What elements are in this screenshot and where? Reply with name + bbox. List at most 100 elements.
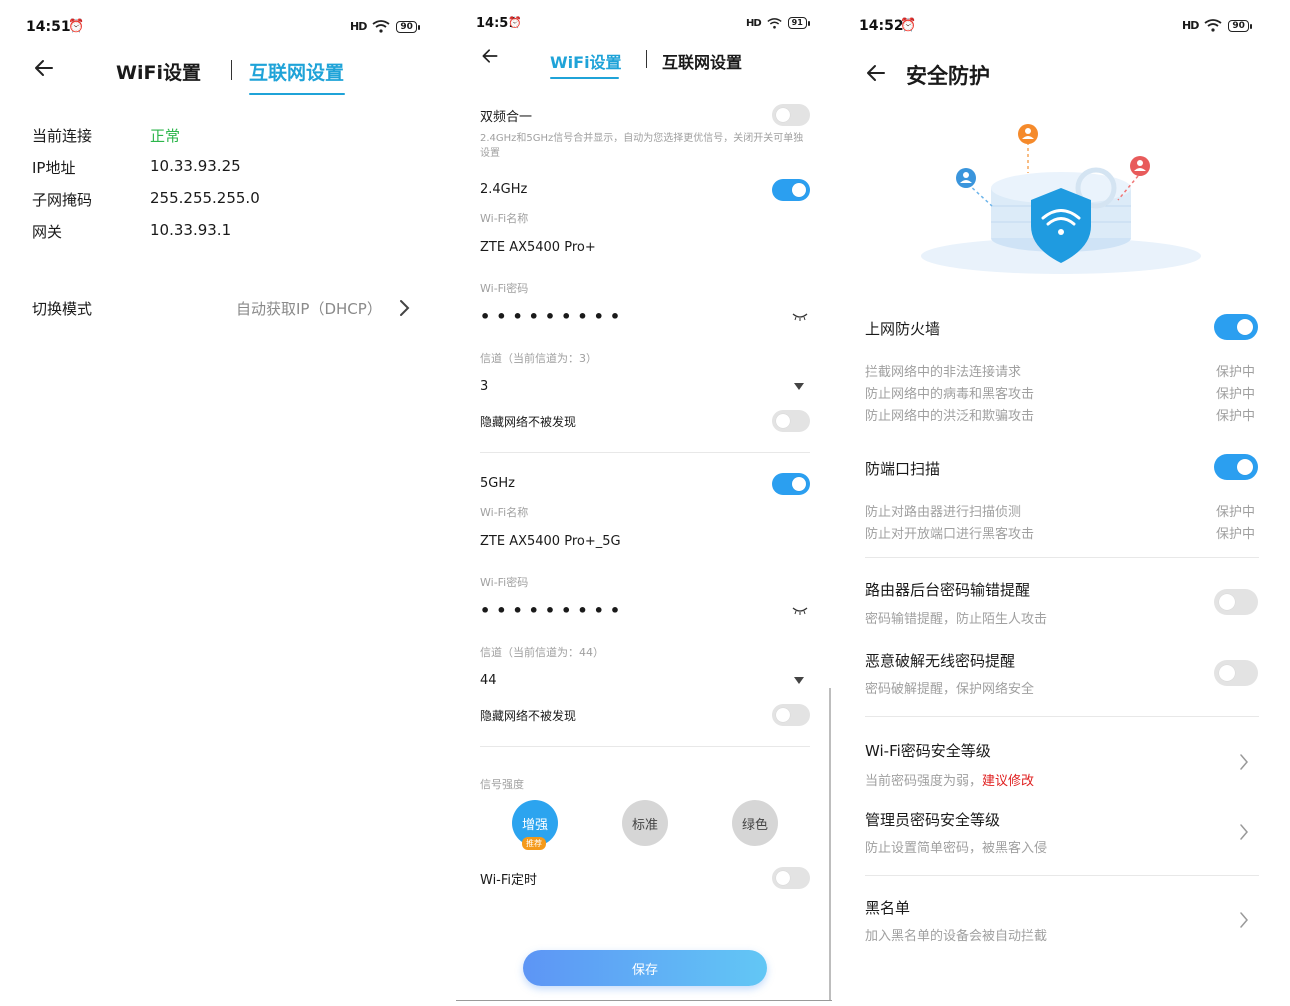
ip-address-value: 10.33.93.25 <box>150 157 241 175</box>
band-5-toggle[interactable] <box>772 473 810 495</box>
band-5-channel-label: 信道（当前信道为：44） <box>480 646 604 659</box>
switch-mode-row[interactable]: 切换模式 自动获取IP（DHCP） <box>0 288 440 328</box>
tab-wifi-settings[interactable]: WiFi设置 <box>116 58 201 85</box>
tab-separator <box>231 60 232 80</box>
firewall-item-text: 拦截网络中的非法连接请求 <box>865 365 1022 380</box>
chevron-right-icon <box>1240 824 1248 840</box>
band-24-name-input[interactable]: ZTE AX5400 Pro+ <box>480 240 596 255</box>
band-24-label: 2.4GHz <box>480 182 528 197</box>
eye-closed-icon[interactable] <box>792 606 808 615</box>
scrollbar[interactable] <box>829 688 831 1000</box>
firewall-toggle[interactable] <box>1214 314 1258 340</box>
wifi-status-icon <box>767 17 782 29</box>
eye-closed-icon[interactable] <box>792 312 808 321</box>
password-error-alert-toggle[interactable] <box>1214 589 1258 615</box>
section-divider <box>480 746 810 747</box>
status-time: 14:51 <box>26 19 71 35</box>
dual-band-description: 2.4GHz和5GHz信号合并显示，自动为您选择更优信号，关闭开关可单独设置 <box>480 133 804 159</box>
band-5-label: 5GHz <box>480 476 515 491</box>
admin-password-level-desc: 防止设置简单密码，被黑客入侵 <box>865 841 1048 856</box>
wifi-timer-toggle[interactable] <box>772 867 810 889</box>
current-connection-value: 正常 <box>150 127 181 145</box>
strength-green-button[interactable]: 绿色 <box>732 800 778 846</box>
firewall-item-text: 防止网络中的病毒和黑客攻击 <box>865 387 1035 402</box>
firewall-item-text: 防止网络中的洪泛和欺骗攻击 <box>865 409 1035 424</box>
dual-band-toggle[interactable] <box>772 104 810 126</box>
tab-active-underline <box>249 93 345 95</box>
band-5-hide-toggle[interactable] <box>772 704 810 726</box>
band-24-password-label: Wi-Fi密码 <box>480 282 529 295</box>
status-icons: HD 91 <box>746 17 810 29</box>
band-5-password-input[interactable]: ••••••••• <box>480 601 626 620</box>
band-5-name-input[interactable]: ZTE AX5400 Pro+_5G <box>480 534 621 549</box>
band-24-toggle[interactable] <box>772 179 810 201</box>
wifi-status-icon <box>1204 19 1222 32</box>
wifi-crack-alert-label: 恶意破解无线密码提醒 <box>865 652 1016 670</box>
subnet-mask-value: 255.255.255.0 <box>150 189 260 207</box>
band-24-hide-toggle[interactable] <box>772 410 810 432</box>
band-5-channel-select[interactable]: 44 <box>480 673 497 688</box>
firewall-item-status: 保护中 <box>1216 365 1256 380</box>
section-divider <box>480 452 810 453</box>
battery-icon: 90 <box>1228 19 1252 32</box>
password-error-alert-label: 路由器后台密码输错提醒 <box>865 581 1031 599</box>
section-divider <box>865 557 1259 558</box>
blacklist-label: 黑名单 <box>865 899 911 917</box>
admin-password-level-row[interactable]: 管理员密码安全等级 防止设置简单密码，被黑客入侵 <box>846 800 1276 864</box>
suggest-modify-link[interactable]: 建议修改 <box>982 774 1034 789</box>
band-5-hide-label: 隐藏网络不被发现 <box>480 709 577 723</box>
status-icons: HD 90 <box>1182 19 1252 32</box>
section-divider <box>865 875 1259 876</box>
tab-internet-settings[interactable]: 互联网设置 <box>662 49 742 73</box>
band-24-password-input[interactable]: ••••••••• <box>480 307 626 326</box>
ip-address-label: IP地址 <box>32 159 76 177</box>
switch-mode-label: 切换模式 <box>32 300 93 318</box>
tab-internet-settings[interactable]: 互联网设置 <box>249 58 344 85</box>
back-arrow-icon[interactable] <box>480 46 500 66</box>
wifi-status-icon <box>372 20 390 33</box>
back-arrow-icon[interactable] <box>864 61 888 85</box>
alarm-icon: ⏰ <box>508 16 522 29</box>
subnet-mask-label: 子网掩码 <box>32 191 93 209</box>
firewall-item-status: 保护中 <box>1216 409 1256 424</box>
port-scan-item-text: 防止对开放端口进行黑客攻击 <box>865 527 1035 542</box>
wifi-password-level-desc-line: 当前密码强度为弱，建议修改 <box>865 770 1034 789</box>
recommended-badge: 推荐 <box>522 837 546 850</box>
strength-standard-button[interactable]: 标准 <box>622 800 668 846</box>
signal-strength-label: 信号强度 <box>480 778 524 791</box>
band-24-channel-select[interactable]: 3 <box>480 379 488 394</box>
status-icons: HD 90 <box>350 20 420 33</box>
wifi-password-level-row[interactable]: Wi-Fi密码安全等级 当前密码强度为弱，建议修改 <box>846 730 1276 794</box>
dual-band-label: 双频合一 <box>480 110 533 125</box>
firewall-item-status: 保护中 <box>1216 387 1256 402</box>
alarm-icon: ⏰ <box>68 19 85 34</box>
signal-icon: HD <box>1182 19 1199 32</box>
save-button[interactable]: 保存 <box>523 950 767 986</box>
tab-wifi-settings[interactable]: WiFi设置 <box>550 49 622 73</box>
wifi-crack-alert-toggle[interactable] <box>1214 660 1258 686</box>
page-title: 安全防护 <box>906 64 990 88</box>
port-scan-toggle[interactable] <box>1214 454 1258 480</box>
wifi-settings-screen: 14:51 ⏰ HD 91 WiFi设置 互联网设置 双频合一 2.4GHz和5… <box>456 0 836 1006</box>
chevron-right-icon <box>1240 754 1248 770</box>
blacklist-row[interactable]: 黑名单 加入黑名单的设备会被自动拦截 <box>846 888 1276 952</box>
band-5-password-label: Wi-Fi密码 <box>480 576 529 589</box>
dropdown-arrow-icon[interactable] <box>793 382 805 391</box>
band-24-channel-label: 信道（当前信道为：3） <box>480 352 597 365</box>
dropdown-arrow-icon[interactable] <box>793 676 805 685</box>
port-scan-item-status: 保护中 <box>1216 527 1256 542</box>
port-scan-label: 防端口扫描 <box>865 460 941 478</box>
gateway-value: 10.33.93.1 <box>150 221 232 239</box>
gateway-label: 网关 <box>32 223 63 241</box>
security-shield-illustration <box>921 124 1201 274</box>
status-time: 14:52 <box>859 18 904 34</box>
back-arrow-icon[interactable] <box>32 56 56 80</box>
password-error-alert-desc: 密码输错提醒，防止陌生人攻击 <box>865 612 1048 627</box>
port-scan-item-text: 防止对路由器进行扫描侦测 <box>865 505 1022 520</box>
port-scan-item-status: 保护中 <box>1216 505 1256 520</box>
tab-separator <box>646 50 647 68</box>
blacklist-desc: 加入黑名单的设备会被自动拦截 <box>865 929 1048 944</box>
tab-active-underline <box>550 77 619 79</box>
band-5-name-label: Wi-Fi名称 <box>480 506 529 519</box>
signal-icon: HD <box>350 20 367 33</box>
